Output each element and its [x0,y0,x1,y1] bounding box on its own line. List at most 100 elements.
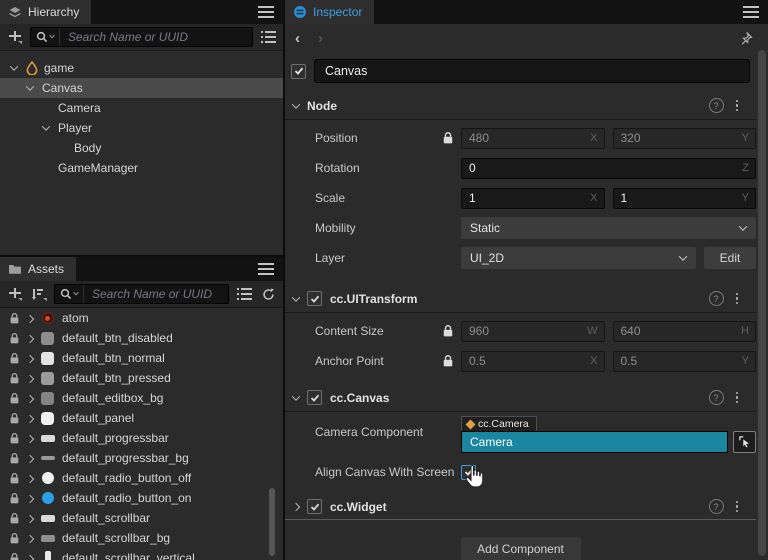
canvas-section-title: cc.Canvas [330,391,389,405]
tab-hierarchy[interactable]: Hierarchy [0,0,91,24]
tree-item-gamemanager[interactable]: GameManager [0,158,283,178]
assets-search-input[interactable]: Search Name or UUID [84,287,228,301]
kebab-menu-icon[interactable] [732,100,743,112]
position-label: Position [315,131,443,145]
back-icon[interactable]: ‹ [295,31,300,46]
anchor-x-field[interactable]: 0.5X [461,351,605,372]
create-node-button[interactable] [6,28,24,46]
refresh-icon[interactable] [259,285,277,303]
asset-label: default_progressbar [62,431,169,445]
asset-row[interactable]: default_btn_normal [0,348,283,368]
kebab-menu-icon[interactable] [732,392,743,404]
hierarchy-listview-icon[interactable] [259,28,277,46]
widget-section-header[interactable]: cc.Widget ? [285,494,756,520]
rotation-z-field[interactable]: 0Z [461,158,756,179]
help-icon[interactable]: ? [709,291,724,306]
node-picker-button[interactable] [733,431,756,453]
sort-assets-icon[interactable] [30,285,48,303]
uitransform-section-header[interactable]: cc.UITransform ? [285,285,756,313]
help-icon[interactable]: ? [709,499,724,514]
asset-label: default_scrollbar_bg [62,531,170,545]
create-asset-button[interactable] [6,285,24,303]
tree-item-game[interactable]: game [0,58,283,78]
pin-icon[interactable] [736,29,754,47]
scale-x-field[interactable]: 1X [461,188,605,209]
tree-item-player[interactable]: Player [0,118,283,138]
kebab-menu-icon[interactable] [732,293,743,305]
hierarchy-tree: game Canvas Camera Player Body GameManag… [0,51,283,178]
hierarchy-menu-icon[interactable] [257,3,275,21]
asset-label: default_btn_pressed [62,371,171,385]
tree-item-camera[interactable]: Camera [0,98,283,118]
asset-row[interactable]: default_btn_pressed [0,368,283,388]
forward-icon[interactable]: › [318,31,323,46]
widget-enabled-checkbox[interactable] [307,499,322,514]
tab-assets[interactable]: Assets [0,257,76,281]
mobility-dropdown[interactable]: Static [461,217,756,239]
asset-row[interactable]: default_scrollbar_bg [0,528,283,548]
assets-search-box[interactable]: Search Name or UUID [54,284,229,304]
lock-icon [8,473,20,484]
assets-scrollbar[interactable] [269,488,275,556]
asset-row[interactable]: default_radio_button_on [0,488,283,508]
camera-component-field[interactable]: Camera [461,431,728,453]
asset-row-atom[interactable]: atom [0,308,283,328]
hierarchy-search-box[interactable]: Search Name or UUID [30,27,253,47]
asset-thumbnail [42,472,54,484]
node-active-checkbox[interactable] [291,64,306,79]
position-y-field[interactable]: 320Y [613,128,757,149]
camera-reference-chip[interactable]: cc.Camera [461,416,537,431]
inspector-tabstrip: Inspector [285,0,768,24]
hierarchy-search-input[interactable]: Search Name or UUID [60,30,252,44]
asset-row[interactable]: default_progressbar_bg [0,448,283,468]
asset-label: atom [62,311,89,325]
lock-icon[interactable] [443,355,461,367]
anchor-y-field[interactable]: 0.5Y [613,351,757,372]
lock-icon [8,333,20,344]
lock-icon[interactable] [443,132,461,144]
lock-icon [8,453,20,464]
node-name-field[interactable]: Canvas [314,59,750,83]
content-width-field[interactable]: 960W [461,321,605,342]
help-icon[interactable]: ? [709,98,724,113]
asset-row[interactable]: default_btn_disabled [0,328,283,348]
position-x-field[interactable]: 480X [461,128,605,149]
asset-label: default_editbox_bg [62,391,163,405]
lock-icon [8,393,20,404]
asset-row[interactable]: default_panel [0,408,283,428]
lock-icon [8,413,20,424]
lock-icon[interactable] [443,325,461,337]
layers-icon [8,6,22,19]
inspector-menu-icon[interactable] [742,3,760,21]
asset-thumbnail [45,551,51,560]
node-section-title: Node [307,99,337,113]
tree-item-body[interactable]: Body [0,138,283,158]
asset-row[interactable]: default_radio_button_off [0,468,283,488]
layer-label: Layer [315,251,443,265]
asset-row[interactable]: default_scrollbar [0,508,283,528]
content-height-field[interactable]: 640H [613,321,757,342]
add-component-button[interactable]: Add Component [461,537,581,560]
scale-y-field[interactable]: 1Y [613,188,757,209]
search-filter-icon[interactable] [31,28,60,46]
asset-thumbnail [41,352,54,365]
inspector-scrollbar[interactable] [758,50,766,556]
layer-edit-button[interactable]: Edit [704,247,756,269]
assets-listview-icon[interactable] [235,285,253,303]
tab-inspector[interactable]: Inspector [285,0,374,24]
uitransform-enabled-checkbox[interactable] [307,291,322,306]
help-icon[interactable]: ? [709,390,724,405]
assets-menu-icon[interactable] [257,260,275,278]
layer-dropdown[interactable]: UI_2D [461,247,696,269]
asset-row[interactable]: default_editbox_bg [0,388,283,408]
search-filter-icon[interactable] [55,285,84,303]
anchor-point-label: Anchor Point [315,354,443,368]
canvas-enabled-checkbox[interactable] [307,390,322,405]
tree-item-canvas[interactable]: Canvas [0,78,283,98]
canvas-section-header[interactable]: cc.Canvas ? [285,384,756,412]
asset-row[interactable]: default_progressbar [0,428,283,448]
asset-thumbnail [41,435,55,442]
node-section-header[interactable]: Node ? [285,92,756,120]
kebab-menu-icon[interactable] [732,501,743,513]
asset-row[interactable]: default_scrollbar_vertical [0,548,283,560]
